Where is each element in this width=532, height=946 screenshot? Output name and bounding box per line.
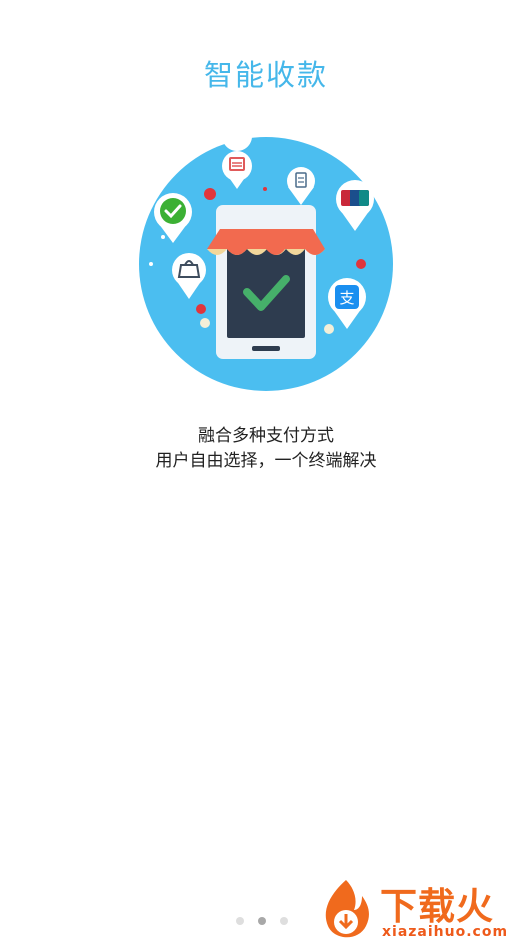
- page-title: 智能收款: [203, 58, 328, 92]
- page-dot[interactable]: [236, 917, 244, 925]
- page-dot[interactable]: [280, 917, 288, 925]
- watermark: 下载火 xiazaihuo.com: [314, 876, 526, 944]
- phone-icon: [216, 205, 316, 359]
- svg-text:支: 支: [339, 289, 354, 307]
- page-indicator: [236, 917, 288, 925]
- page-dot-active[interactable]: [258, 917, 266, 925]
- description-line-2: 用户自由选择，一个终端解决: [155, 451, 377, 471]
- description-line-1: 融合多种支付方式: [198, 426, 334, 446]
- watermark-url: xiazaihuo.com: [382, 924, 509, 940]
- watermark-brand: 下载火: [380, 885, 494, 928]
- payment-illustration: 支: [139, 137, 393, 391]
- feature-description: 融合多种支付方式 用户自由选择，一个终端解决: [0, 424, 532, 474]
- flame-logo-icon: [325, 880, 369, 938]
